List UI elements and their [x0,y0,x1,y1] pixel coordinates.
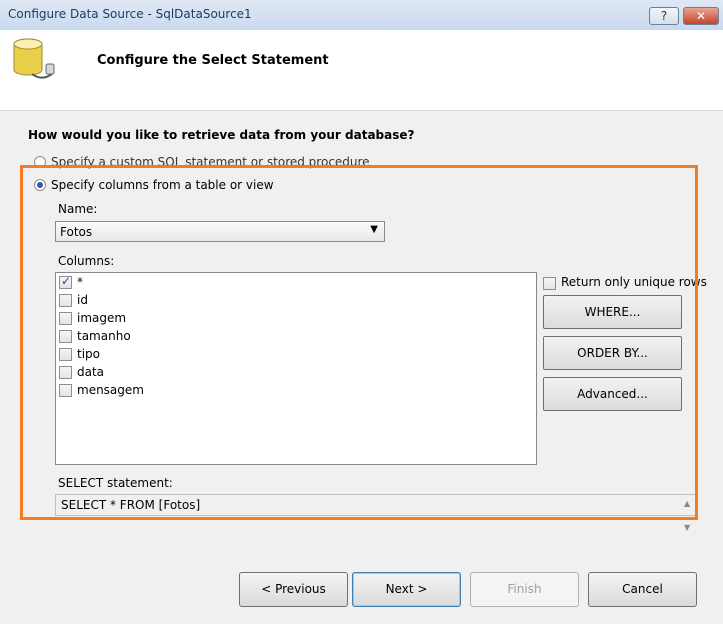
database-icon [10,36,58,86]
cancel-button[interactable]: Cancel [588,572,697,607]
columns-list[interactable]: * id imagem tamanho tipo data mensagem [55,272,537,465]
question-heading: How would you like to retrieve data from… [28,128,415,142]
columns-radio[interactable] [34,179,46,191]
select-statement-label: SELECT statement: [58,476,173,490]
column-label: tamanho [77,329,131,343]
columns-radio-label[interactable]: Specify columns from a table or view [51,178,274,192]
advanced-button[interactable]: Advanced... [543,377,682,411]
checkbox-icon[interactable] [59,274,72,289]
custom-sql-label[interactable]: Specify a custom SQL statement or stored… [51,155,370,169]
name-label: Name: [58,202,98,216]
checkbox-icon[interactable] [59,294,72,307]
column-label: tipo [77,347,100,361]
finish-button[interactable]: Finish [470,572,579,607]
scroll-up-icon[interactable]: ▲ [684,499,690,508]
checkbox-icon[interactable] [59,330,72,343]
checkbox-icon[interactable] [59,384,72,397]
page-title: Configure the Select Statement [97,53,329,68]
wizard-header [0,30,723,110]
next-button[interactable]: Next > [352,572,461,607]
unique-rows-label[interactable]: Return only unique rows [561,275,707,289]
column-label: imagem [77,311,127,325]
scroll-down-icon[interactable]: ▼ [684,523,690,532]
table-name-value: Fotos [60,225,93,239]
columns-label: Columns: [58,254,115,268]
select-statement-box[interactable]: SELECT * FROM [Fotos] [55,494,697,516]
checkbox-icon[interactable] [59,312,72,325]
close-button[interactable]: ✕ [683,7,719,25]
column-label: data [77,365,105,379]
column-label: * [77,275,83,289]
window-title: Configure Data Source - SqlDataSource1 [8,7,252,21]
select-statement-text: SELECT * FROM [Fotos] [61,498,201,512]
checkbox-icon[interactable] [59,366,72,379]
where-button[interactable]: WHERE... [543,295,682,329]
chevron-down-icon: ▼ [370,224,378,235]
help-button[interactable]: ? [649,7,679,25]
unique-rows-checkbox[interactable] [543,275,556,290]
previous-button[interactable]: < Previous [239,572,348,607]
table-name-select[interactable]: Fotos ▼ [55,221,385,242]
checkbox-icon[interactable] [543,277,556,290]
column-label: mensagem [77,383,144,397]
column-label: id [77,293,88,307]
order-by-button[interactable]: ORDER BY... [543,336,682,370]
custom-sql-radio[interactable] [34,156,46,168]
checkbox-icon[interactable] [59,348,72,361]
